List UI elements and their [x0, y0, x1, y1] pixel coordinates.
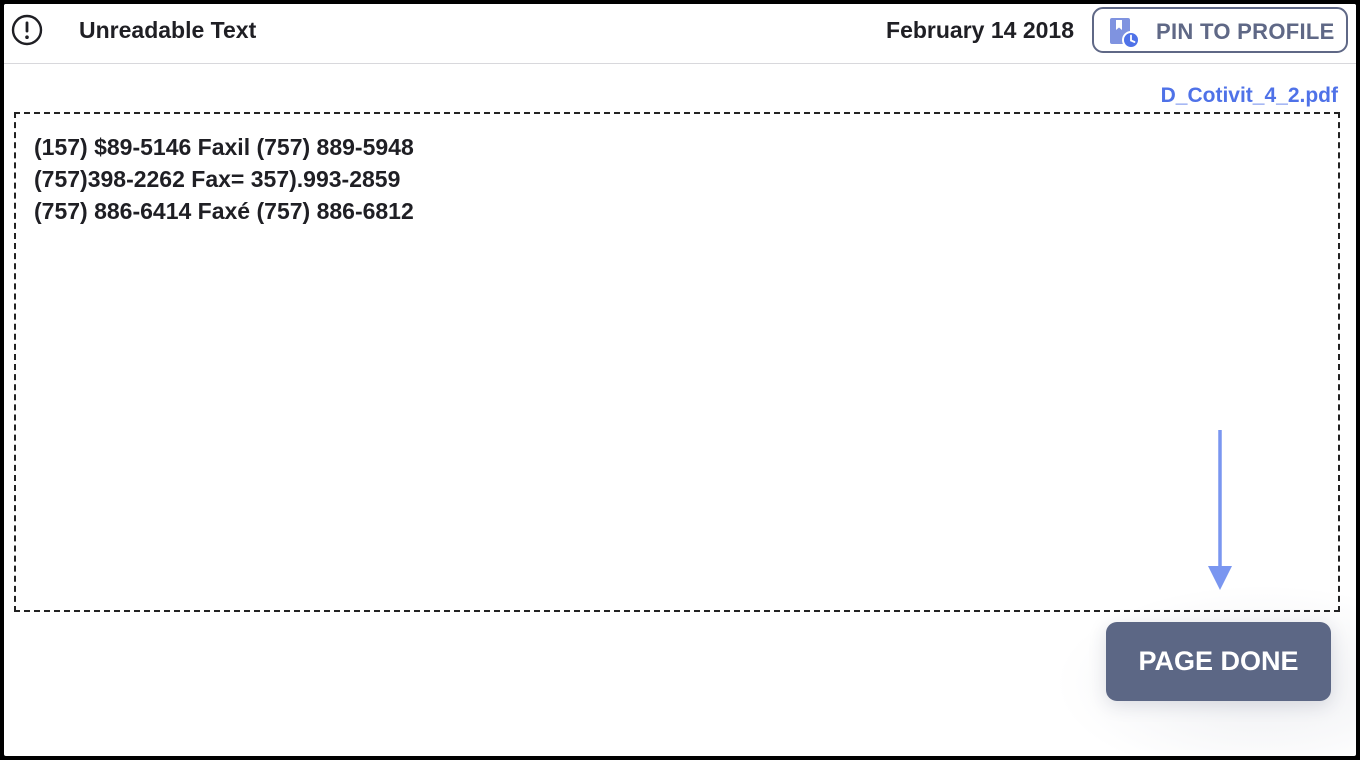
ocr-text-area[interactable]: (157) $89-5146 Faxil (757) 889-5948 (757…	[14, 112, 1340, 612]
text-line: (157) $89-5146 Faxil (757) 889-5948	[34, 134, 414, 160]
alert-circle-icon	[11, 14, 43, 46]
text-line: (757) 886-6414 Faxé (757) 886-6812	[34, 198, 414, 224]
page-done-button[interactable]: PAGE DONE	[1106, 622, 1331, 701]
document-filename-link[interactable]: D_Cotivit_4_2.pdf	[1161, 84, 1338, 108]
header-bar: Unreadable Text February 14 2018 PIN TO …	[4, 4, 1356, 64]
document-date: February 14 2018	[886, 17, 1074, 43]
pin-to-profile-label: PIN TO PROFILE	[1156, 19, 1335, 44]
text-line: (757)398-2262 Fax= 357).993-2859	[34, 166, 401, 192]
pin-to-profile-button[interactable]: PIN TO PROFILE	[1092, 7, 1348, 53]
page-title: Unreadable Text	[79, 17, 257, 43]
pin-clock-icon	[1110, 18, 1140, 49]
app-window: Unreadable Text February 14 2018 PIN TO …	[4, 4, 1356, 756]
arrow-down-icon	[1208, 430, 1232, 590]
